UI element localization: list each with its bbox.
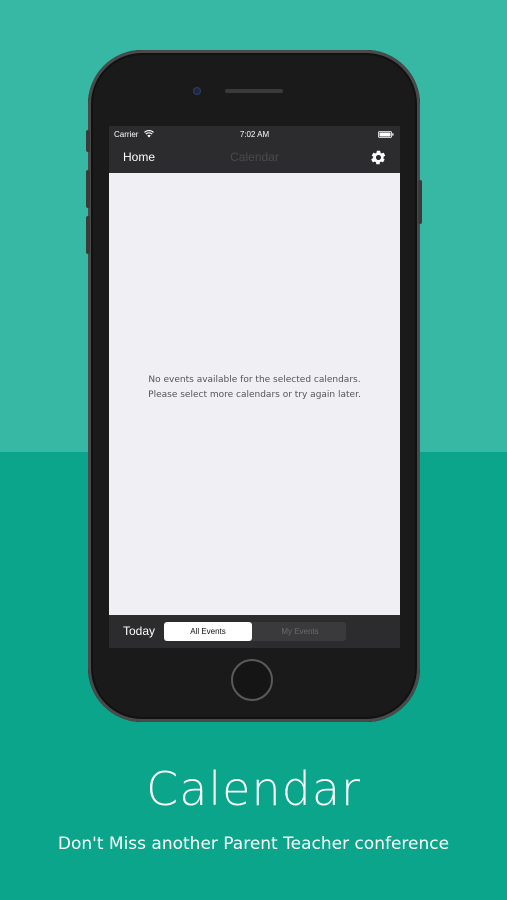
my-events-segment[interactable]: My Events [254,622,346,641]
phone-volume-up-button [86,170,90,208]
home-button[interactable] [231,659,273,701]
app-screen: Carrier 7:02 AM Home Calendar No events … [109,126,400,648]
phone-silent-switch [86,130,90,152]
battery-icon [378,131,394,138]
empty-state-line-2: Please select more calendars or try agai… [148,390,361,400]
events-content-area: No events available for the selected cal… [109,173,400,615]
earpiece-speaker [225,89,283,93]
phone-power-button [418,180,422,224]
navigation-bar: Home Calendar [109,143,400,173]
caption-subtitle: Don't Miss another Parent Teacher confer… [57,834,450,854]
nav-title: Calendar [230,150,279,164]
status-time: 7:02 AM [239,130,270,139]
front-camera [193,87,201,95]
phone-volume-down-button [86,216,90,254]
status-bar: Carrier 7:02 AM [109,126,400,143]
empty-state-line-1: No events available for the selected cal… [148,375,361,385]
events-filter-segmented-control: All Events My Events [164,622,346,641]
caption-title: Calendar [146,762,361,816]
all-events-segment[interactable]: All Events [164,622,252,641]
empty-state-message: No events available for the selected cal… [109,373,400,403]
gear-icon[interactable] [370,149,387,166]
bottom-toolbar: Today All Events My Events [109,615,400,648]
today-button[interactable]: Today [123,624,155,638]
